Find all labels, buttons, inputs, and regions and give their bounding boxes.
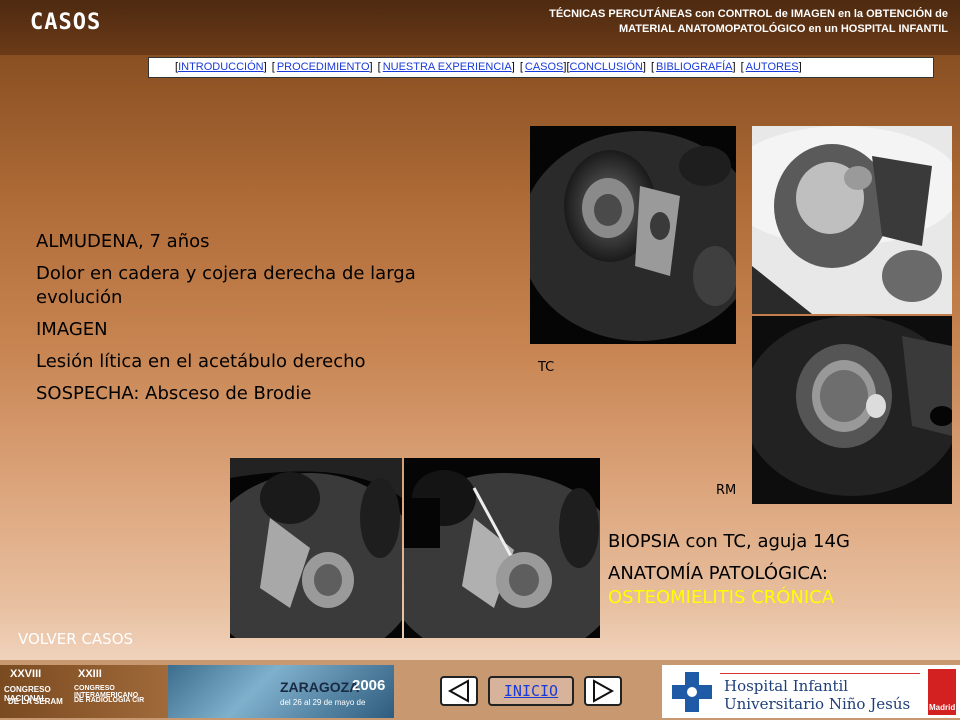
arrow-right-icon (593, 679, 615, 703)
ct-label: TC (538, 360, 555, 375)
hospital-logo: Hospital Infantil Universitario Niño Jes… (662, 665, 960, 718)
ct-image (530, 126, 736, 344)
imaging-finding: Lesión lítica en el acetábulo derecho (36, 351, 366, 372)
mr-image-t2 (752, 316, 952, 504)
nav-link-procedimiento[interactable]: PROCEDIMIENTO (277, 61, 370, 73)
imaging-heading: IMAGEN (36, 319, 108, 340)
hospital-rule-top (720, 673, 920, 674)
home-button[interactable]: INICIO (488, 676, 574, 706)
nav-link-casos[interactable]: CASOS (525, 61, 564, 73)
top-navigation: [INTRODUCCIÓN] [PROCEDIMIENTO] [NUESTRA … (148, 57, 934, 78)
ct-biopsy-image-1 (230, 458, 402, 638)
biopsy-result: BIOPSIA con TC, aguja 14G ANATOMÍA PATOL… (608, 530, 948, 618)
ct-biopsy-image-2 (404, 458, 600, 638)
pathology-label: ANATOMÍA PATOLÓGICA: (608, 563, 828, 584)
page-title: CASOS (30, 10, 102, 35)
diagnosis-text: OSTEOMIELITIS CRÓNICA (608, 587, 835, 608)
mr-image-t1 (752, 126, 952, 314)
congress-logo: XXVIII CONGRESO NACIONAL DE LA SERAM XXI… (0, 665, 168, 718)
previous-button[interactable] (440, 676, 478, 706)
madrid-flag: Madrid (928, 669, 956, 715)
congress-dates: del 26 al 29 de mayo de (280, 698, 366, 707)
hospital-name-line1: Hospital Infantil (724, 677, 849, 695)
hospital-cross-icon (672, 672, 712, 712)
congress-number-1: XXVIII (10, 668, 42, 680)
nav-link-nuestra-experiencia[interactable]: NUESTRA EXPERIENCIA (383, 61, 512, 73)
page-navigation: INICIO (440, 676, 622, 708)
patient-name: ALMUDENA, 7 años (36, 231, 210, 252)
header-description-line2: MATERIAL ANATOMOPATOLÓGICO en un HOSPITA… (619, 23, 948, 35)
mr-label: RM (716, 483, 737, 498)
nav-link-autores[interactable]: AUTORES (746, 61, 799, 73)
symptoms-text: Dolor en cadera y cojera derecha de larg… (36, 263, 416, 308)
zaragoza-banner: ZARAGOZA 2006 del 26 al 29 de mayo de (168, 665, 394, 718)
hospital-name-line2: Universitario Niño Jesús (724, 695, 911, 713)
arrow-left-icon (447, 679, 469, 703)
congress-number-2: XXIII (78, 668, 102, 680)
madrid-label: Madrid (929, 703, 956, 712)
biopsy-method: BIOPSIA con TC, aguja 14G (608, 531, 850, 552)
congress-name-1b: DE LA SERAM (8, 697, 63, 706)
back-to-cases-link[interactable]: VOLVER CASOS (18, 630, 133, 648)
nav-link-conclusion[interactable]: CONCLUSIÓN (570, 61, 643, 73)
case-description: ALMUDENA, 7 años Dolor en cadera y cojer… (36, 230, 456, 414)
city-name: ZARAGOZA (280, 679, 360, 695)
header-description-line1: TÉCNICAS PERCUTÁNEAS con CONTROL de IMAG… (549, 8, 948, 20)
nav-link-bibliografia[interactable]: BIBLIOGRAFÍA (656, 61, 732, 73)
nav-link-introduccion[interactable]: INTRODUCCIÓN (178, 61, 264, 73)
congress-name-2b: DE RADIOLOGÍA CIR (74, 697, 145, 704)
suspicion-text: SOSPECHA: Absceso de Brodie (36, 383, 312, 404)
congress-year: 2006 (352, 677, 386, 694)
next-button[interactable] (584, 676, 622, 706)
header-description: TÉCNICAS PERCUTÁNEAS con CONTROL de IMAG… (388, 7, 948, 37)
